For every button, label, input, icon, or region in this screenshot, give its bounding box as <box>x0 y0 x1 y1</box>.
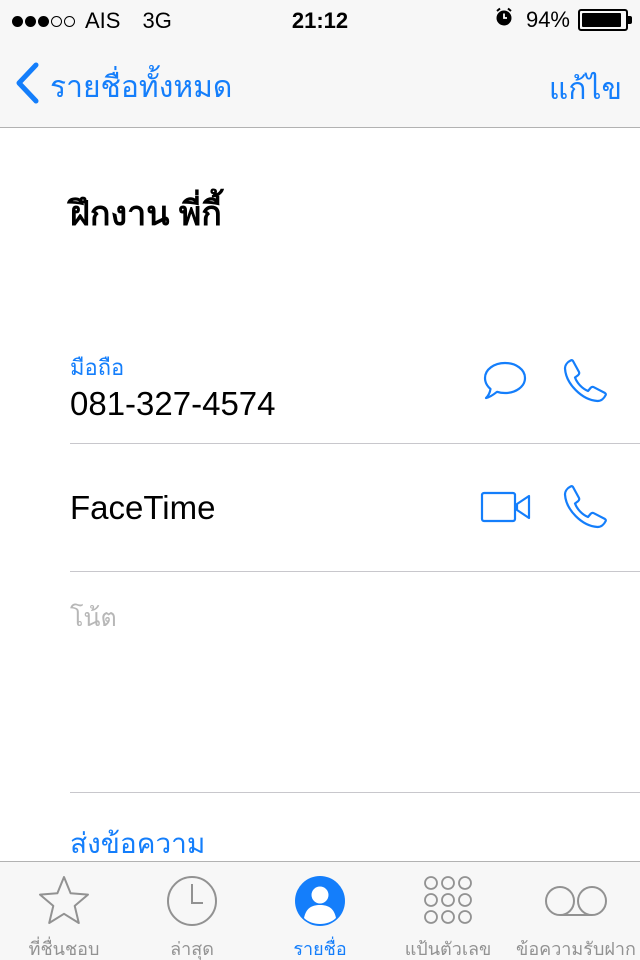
tab-voicemail[interactable]: ข้อความรับฝาก <box>512 862 640 960</box>
keypad-icon <box>421 874 475 933</box>
contacts-icon <box>293 874 347 933</box>
tab-keypad[interactable]: แป้นตัวเลข <box>384 862 512 960</box>
phone-label: มือถือ <box>70 355 125 380</box>
battery-icon <box>578 9 632 31</box>
tab-label: ข้อความรับฝาก <box>516 939 636 959</box>
phone-number[interactable]: 081-327-4574 <box>70 385 276 423</box>
battery-level <box>582 13 622 27</box>
send-message-button[interactable]: ส่งข้อความ <box>70 822 205 866</box>
tab-bar: ที่ชื่นชอบ ล่าสุด รายชื่อ แป้นตัวเลข ข้อ… <box>0 861 640 960</box>
tab-contacts[interactable]: รายชื่อ <box>256 862 384 960</box>
back-button[interactable]: รายชื่อทั้งหมด <box>14 62 232 112</box>
status-right: 94% <box>494 7 632 33</box>
phone-call-icon[interactable] <box>562 358 608 409</box>
tab-favorites[interactable]: ที่ชื่นชอบ <box>0 862 128 960</box>
video-camera-icon[interactable] <box>480 490 532 529</box>
star-icon <box>36 874 92 933</box>
tab-label: ล่าสุด <box>170 939 214 959</box>
status-bar: AIS 3G 21:12 94% <box>0 0 640 40</box>
notes-field[interactable]: โน้ต <box>70 598 117 638</box>
divider <box>70 571 640 572</box>
clock-icon <box>165 874 219 933</box>
divider <box>70 792 640 793</box>
tab-label: ที่ชื่นชอบ <box>28 939 100 959</box>
back-button-label: รายชื่อทั้งหมด <box>50 70 233 104</box>
navigation-bar: รายชื่อทั้งหมด แก้ไข <box>0 40 640 128</box>
contact-name: ฝึกงาน พี่กี้ <box>70 195 222 233</box>
divider <box>70 443 640 444</box>
edit-button[interactable]: แก้ไข <box>549 66 622 113</box>
voicemail-icon <box>544 884 608 923</box>
alarm-clock-icon <box>494 7 514 33</box>
battery-percent: 94% <box>525 7 570 32</box>
chevron-left-icon <box>14 62 40 112</box>
message-bubble-icon[interactable] <box>482 360 528 407</box>
tab-label: รายชื่อ <box>293 939 347 959</box>
facetime-label: FaceTime <box>70 489 216 526</box>
tab-recents[interactable]: ล่าสุด <box>128 862 256 960</box>
facetime-audio-icon[interactable] <box>562 484 608 535</box>
tab-label: แป้นตัวเลข <box>404 939 492 959</box>
